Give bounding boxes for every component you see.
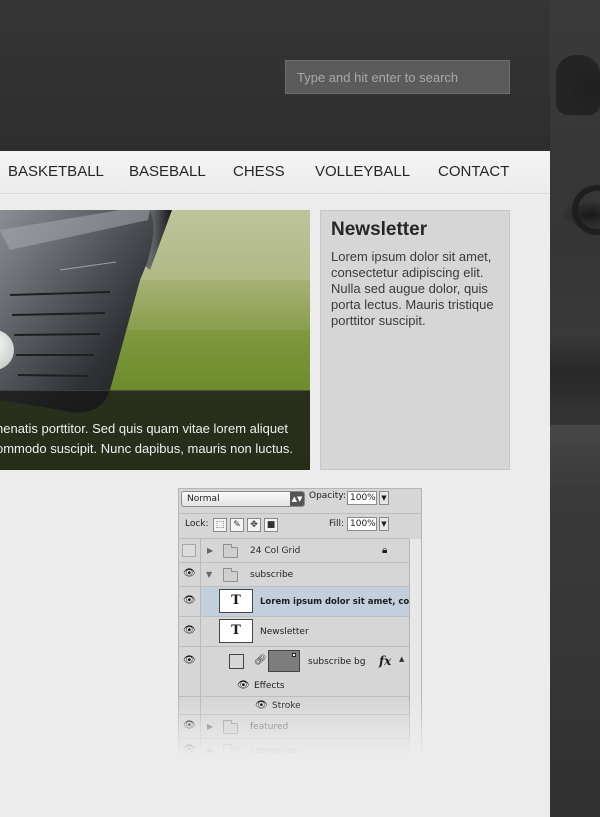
trees-silhouette: [550, 335, 600, 425]
divider: [179, 513, 421, 514]
folder-icon: [223, 544, 238, 558]
expand-triangle-icon[interactable]: ▶: [207, 722, 213, 731]
layer-subscribe[interactable]: 👁︎ ▼ subscribe: [179, 562, 409, 586]
search-input[interactable]: [285, 60, 510, 94]
folder-icon: [223, 744, 238, 758]
layer-lorem-text[interactable]: 👁︎ T Lorem ipsum dolor sit amet, con...: [179, 586, 421, 616]
newsletter-title: Newsletter: [331, 219, 428, 240]
hero-caption-line-1: nenatis porttitor. Sed quis quam vitae l…: [0, 421, 288, 436]
visibility-column: [179, 676, 201, 696]
nav-item-baseball[interactable]: BASEBALL: [129, 163, 206, 180]
eye-icon: 👁︎: [183, 595, 196, 606]
fill-dropdown-icon[interactable]: ▼: [379, 517, 389, 531]
anchor-point-icon: [292, 653, 296, 657]
layer-newsletter-text[interactable]: 👁︎ T Newsletter: [179, 616, 409, 646]
nav-item-contact[interactable]: CONTACT: [438, 163, 509, 180]
effect-name: Stroke: [272, 701, 301, 711]
text-layer-icon: T: [219, 589, 253, 613]
lock-icon: 🔒︎: [382, 545, 388, 556]
opacity-input[interactable]: 100%: [347, 491, 377, 505]
link-icon[interactable]: 🔗︎: [254, 655, 267, 666]
newsletter-body: Lorem ipsum dolor sit amet, consectetur …: [331, 249, 494, 328]
expand-triangle-icon[interactable]: ▶: [207, 546, 213, 555]
hero-caption: nenatis porttitor. Sed quis quam vitae l…: [0, 390, 310, 470]
visibility-toggle[interactable]: 👁︎: [179, 587, 201, 616]
layer-subscribe-bg[interactable]: 👁︎ 🔗︎ subscribe bg fx ▲: [179, 646, 409, 676]
brush-icon[interactable]: ✎: [230, 518, 244, 532]
main-nav: BASKETBALL BASEBALL CHESS VOLLEYBALL CON…: [0, 151, 550, 194]
visibility-toggle[interactable]: 👁︎: [179, 617, 201, 646]
text-layer-icon: T: [219, 619, 253, 643]
blend-mode-value: Normal: [187, 494, 220, 504]
newsletter-box: Newsletter Lorem ipsum dolor sit amet, c…: [320, 210, 510, 470]
golfer-silhouette: [556, 55, 600, 115]
nav-item-basketball[interactable]: BASKETBALL: [8, 163, 104, 180]
layer-featured[interactable]: 👁︎ ▶ featured: [179, 714, 409, 738]
layer-name: categories: [250, 746, 298, 756]
layers-panel: Normal ▲▼ Opacity: 100% ▼ Lock: ⬚ ✎ ✥ ■ …: [178, 488, 422, 760]
chevron-updown-icon: ▲▼: [290, 492, 304, 506]
opacity-label: Opacity:: [309, 491, 346, 501]
layer-name: 24 Col Grid: [250, 546, 301, 556]
fx-icon[interactable]: fx: [379, 654, 391, 668]
eye-icon: 👁︎: [183, 568, 196, 579]
fill-label: Fill:: [329, 519, 345, 529]
visibility-toggle[interactable]: 👁︎: [179, 715, 201, 738]
hero-image[interactable]: nenatis porttitor. Sed quis quam vitae l…: [0, 210, 310, 470]
eye-icon[interactable]: 👁︎: [255, 701, 268, 711]
layer-effect-stroke[interactable]: 👁︎ Stroke: [179, 696, 409, 714]
visibility-column: [179, 697, 201, 714]
eye-icon[interactable]: 👁︎: [237, 681, 250, 691]
layer-name: Newsletter: [260, 627, 309, 637]
nav-item-chess[interactable]: CHESS: [233, 163, 285, 180]
folder-icon: [223, 720, 238, 734]
layer-name: featured: [250, 722, 289, 732]
expand-triangle-icon[interactable]: ▶: [207, 746, 213, 755]
eye-icon: 👁︎: [183, 655, 196, 666]
layer-effects[interactable]: 👁︎ Effects: [179, 676, 409, 696]
lock-icon[interactable]: ■: [264, 518, 278, 532]
layer-thumbnail: [229, 654, 244, 669]
layers-scrollbar[interactable]: [409, 539, 421, 759]
collapse-effects-icon[interactable]: ▲: [399, 655, 404, 663]
eye-icon: 👁︎: [183, 744, 196, 755]
layer-name: Lorem ipsum dolor sit amet, con...: [260, 597, 422, 607]
collapse-triangle-icon[interactable]: ▼: [206, 570, 212, 579]
move-icon[interactable]: ✥: [247, 518, 261, 532]
blend-mode-select[interactable]: Normal ▲▼: [181, 491, 305, 507]
eye-icon: 👁︎: [183, 720, 196, 731]
layer-name: subscribe: [250, 570, 294, 580]
layer-name: subscribe bg: [308, 657, 366, 667]
hero-caption-line-2: ommodo suscipit. Nunc dapibus, mauris no…: [0, 441, 293, 456]
eye-icon: 👁︎: [183, 625, 196, 636]
layer-24-col-grid[interactable]: ▶ 24 Col Grid 🔒︎: [179, 538, 409, 562]
layer-categories[interactable]: 👁︎ ▶ categories: [179, 738, 409, 759]
opacity-dropdown-icon[interactable]: ▼: [379, 491, 389, 505]
visibility-toggle[interactable]: 👁︎: [179, 647, 201, 676]
folder-icon: [223, 568, 238, 582]
vector-mask-thumbnail: [268, 650, 300, 672]
visibility-toggle[interactable]: [179, 539, 201, 562]
visibility-toggle[interactable]: 👁︎: [179, 739, 201, 759]
nav-item-volleyball[interactable]: VOLLEYBALL: [315, 163, 410, 180]
lock-label: Lock:: [185, 519, 209, 529]
visibility-toggle[interactable]: 👁︎: [179, 563, 201, 586]
fill-input[interactable]: 100%: [347, 517, 377, 531]
lock-transparency-icon[interactable]: ⬚: [213, 518, 227, 532]
visibility-empty-box: [182, 544, 196, 557]
effects-label: Effects: [254, 681, 285, 691]
